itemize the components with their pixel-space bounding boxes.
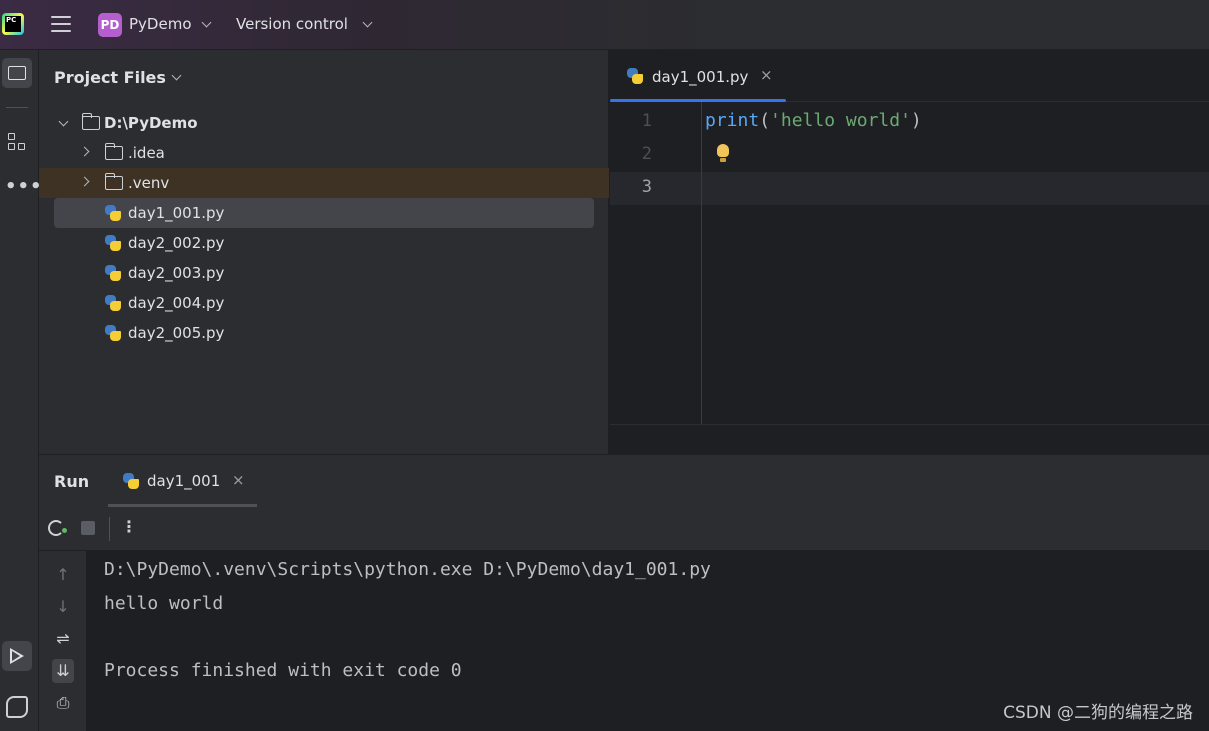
structure-tool-button[interactable] xyxy=(2,125,32,155)
editor-tab-label: day1_001.py xyxy=(652,68,749,86)
run-tab-label: day1_001 xyxy=(147,472,221,490)
more-tools-button[interactable]: ••• xyxy=(2,174,42,204)
tree-item-label: day1_001.py xyxy=(128,204,225,222)
project-name[interactable]: PyDemo xyxy=(129,15,192,33)
soft-wrap-icon[interactable]: ⇌ xyxy=(52,629,74,648)
folder-icon xyxy=(8,66,26,80)
chevron-down-icon[interactable] xyxy=(171,70,182,81)
app-logo-text: PC xyxy=(5,16,21,32)
tree-item-label: .venv xyxy=(128,174,170,192)
python-console-icon xyxy=(6,696,28,718)
stop-icon[interactable] xyxy=(81,521,95,535)
arrow-up-icon[interactable]: ↑ xyxy=(52,565,74,584)
close-icon[interactable]: × xyxy=(760,66,773,84)
print-icon[interactable]: ⎙ xyxy=(52,693,74,713)
python-file-icon xyxy=(105,265,121,281)
version-control-menu[interactable]: Version control xyxy=(236,15,348,33)
python-file-icon xyxy=(105,235,121,251)
scroll-to-end-icon[interactable]: ⇊ xyxy=(52,659,74,683)
project-panel-title[interactable]: Project Files xyxy=(54,68,166,87)
python-file-icon xyxy=(105,295,121,311)
project-panel: Project Files D:\PyDemo .idea .venv day1… xyxy=(39,50,609,454)
pycharm-logo-icon[interactable]: PC xyxy=(2,13,24,35)
run-tool-window: Run day1_001 × ⋮ ↑ ↓ ⇌ ⇊ ⎙ D:\PyDemo\.ve… xyxy=(39,454,1209,731)
folder-icon xyxy=(104,143,123,160)
title-bar: PC PD PyDemo Version control xyxy=(0,0,1209,50)
editor-tab-bar: day1_001.py × xyxy=(610,50,1209,102)
tree-item-label: day2_002.py xyxy=(128,234,225,252)
editor-footer xyxy=(610,424,1209,454)
run-icon xyxy=(10,648,24,664)
python-file-icon xyxy=(105,325,121,341)
tree-item-label: D:\PyDemo xyxy=(104,114,198,132)
console-line: D:\PyDemo\.venv\Scripts\python.exe D:\Py… xyxy=(104,559,711,580)
code-line-1[interactable]: print('hello world') xyxy=(705,110,922,131)
run-panel-title: Run xyxy=(54,472,90,491)
python-file-icon xyxy=(627,68,643,84)
watermark: CSDN @二狗的编程之路 xyxy=(1003,703,1193,723)
editor-tab-day1-001[interactable]: day1_001.py × xyxy=(610,50,786,102)
line-number: 1 xyxy=(641,111,652,131)
python-file-icon xyxy=(123,473,139,489)
line-number: 2 xyxy=(641,144,652,164)
run-tab-day1-001[interactable]: day1_001 × xyxy=(108,455,257,507)
chevron-down-icon[interactable] xyxy=(362,17,373,28)
rerun-icon[interactable] xyxy=(48,520,67,536)
tree-item-label: day2_004.py xyxy=(128,294,225,312)
structure-icon xyxy=(6,131,28,153)
code-paren-open: ( xyxy=(759,110,771,131)
arrow-down-icon[interactable]: ↓ xyxy=(52,597,74,616)
lightbulb-icon[interactable] xyxy=(716,144,730,164)
run-toolbar: ⋮ xyxy=(39,507,1209,551)
tree-item-day2-002[interactable]: day2_002.py xyxy=(39,228,609,258)
tree-item-root[interactable]: D:\PyDemo xyxy=(39,108,609,138)
line-number: 3 xyxy=(641,177,652,197)
code-editor[interactable]: 1 2 3 print('hello world') xyxy=(610,102,1209,424)
code-paren-close: ) xyxy=(910,110,922,131)
console-side-toolbar: ↑ ↓ ⇌ ⇊ ⎙ xyxy=(39,551,87,731)
more-options-icon[interactable]: ⋮ xyxy=(121,517,137,536)
tree-item-day2-003[interactable]: day2_003.py xyxy=(39,258,609,288)
folder-icon xyxy=(81,113,100,130)
more-icon: ••• xyxy=(5,176,43,197)
tree-item-day2-004[interactable]: day2_004.py xyxy=(39,288,609,318)
tree-item-label: .idea xyxy=(128,144,165,162)
tree-item-idea[interactable]: .idea xyxy=(39,138,609,168)
console-line: Process finished with exit code 0 xyxy=(104,660,462,681)
toolstrip-divider xyxy=(6,107,28,108)
tree-item-day1-001[interactable]: day1_001.py xyxy=(54,198,594,228)
code-function: print xyxy=(705,110,760,131)
chevron-down-icon[interactable] xyxy=(58,116,69,127)
console-line: hello world xyxy=(104,593,224,614)
chevron-right-icon[interactable] xyxy=(79,176,90,187)
run-tool-button[interactable] xyxy=(2,641,32,671)
main-menu-icon[interactable] xyxy=(51,16,71,34)
code-string: 'hello world' xyxy=(770,110,911,131)
tree-item-label: day2_005.py xyxy=(128,324,225,342)
project-badge[interactable]: PD xyxy=(98,13,122,37)
chevron-right-icon[interactable] xyxy=(79,146,90,157)
tree-item-label: day2_003.py xyxy=(128,264,225,282)
folder-icon xyxy=(104,173,123,190)
gutter-divider xyxy=(701,102,702,424)
python-file-icon xyxy=(105,205,121,221)
tree-item-venv[interactable]: .venv xyxy=(39,168,609,198)
current-line-highlight xyxy=(610,172,1209,205)
chevron-down-icon[interactable] xyxy=(201,17,212,28)
project-tool-button[interactable] xyxy=(2,58,32,88)
toolbar-divider xyxy=(109,517,110,541)
python-console-button[interactable] xyxy=(2,692,32,722)
close-icon[interactable]: × xyxy=(232,471,245,489)
tool-window-strip: ••• xyxy=(0,50,42,731)
tree-item-day2-005[interactable]: day2_005.py xyxy=(39,318,609,348)
